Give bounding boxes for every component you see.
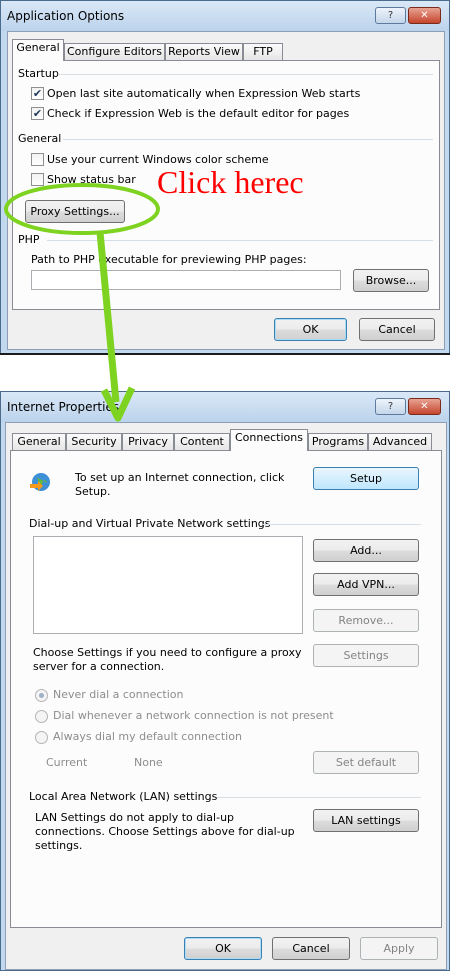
divider (263, 524, 421, 525)
settings-description: Choose Settings if you need to configure… (33, 646, 302, 673)
dialog-client-area: General Security Privacy Content Connect… (5, 422, 447, 970)
cancel-button[interactable]: Cancel (272, 937, 350, 960)
apply-button[interactable]: Apply (360, 937, 438, 960)
ok-button[interactable]: OK (184, 937, 262, 960)
never-dial-label: Never dial a connection (53, 688, 184, 701)
never-dial-radio[interactable] (35, 689, 48, 702)
setup-description: To set up an Internet connection, click … (75, 471, 285, 498)
remove-button[interactable]: Remove... (313, 609, 419, 632)
arrow-shaft (96, 231, 120, 403)
dialup-group-label: Dial-up and Virtual Private Network sett… (29, 517, 271, 530)
highlight-ellipse (4, 183, 160, 235)
lan-settings-button[interactable]: LAN settings (313, 809, 419, 832)
always-dial-radio[interactable] (35, 731, 48, 744)
always-dial-label: Always dial my default connection (53, 730, 242, 743)
tab-connections[interactable]: Connections (230, 429, 308, 451)
lan-description: LAN Settings do not apply to dial-up con… (35, 811, 295, 852)
add-vpn-button[interactable]: Add VPN... (313, 573, 419, 596)
dial-when-no-network-label: Dial whenever a network connection is no… (53, 709, 334, 722)
settings-button[interactable]: Settings (313, 644, 419, 667)
add-button[interactable]: Add... (313, 539, 419, 562)
internet-properties-dialog: Internet Properties ? ✕ General Security… (0, 391, 450, 971)
tab-general[interactable]: General (12, 39, 64, 61)
divider (217, 797, 421, 798)
dial-when-no-network-radio[interactable] (35, 710, 48, 723)
connections-tab-page: To set up an Internet connection, click … (10, 450, 442, 928)
highlight-arrow-overlay (4, 183, 160, 422)
current-label: Current (46, 756, 88, 769)
connections-list[interactable] (33, 536, 303, 634)
current-value: None (134, 756, 163, 769)
globe-icon (29, 471, 51, 493)
lan-group-label: Local Area Network (LAN) settings (29, 790, 218, 803)
set-default-button[interactable]: Set default (313, 751, 419, 774)
setup-button[interactable]: Setup (313, 467, 419, 490)
